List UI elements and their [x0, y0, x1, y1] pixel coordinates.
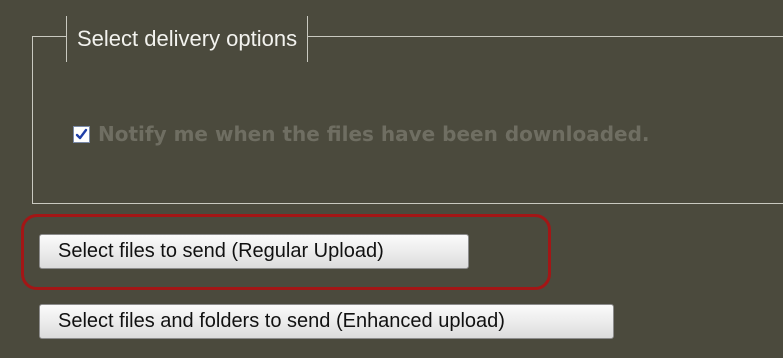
regular-upload-button[interactable]: Select files to send (Regular Upload) [39, 234, 469, 269]
regular-upload-button-label: Select files to send (Regular Upload) [58, 240, 384, 262]
notify-label[interactable]: Notify me when the files have been downl… [98, 122, 649, 146]
notify-option[interactable]: Notify me when the files have been downl… [73, 122, 649, 146]
enhanced-upload-button[interactable]: Select files and folders to send (Enhanc… [39, 304, 614, 339]
delivery-options-legend: Select delivery options [66, 16, 309, 62]
notify-checkbox[interactable] [73, 125, 90, 143]
delivery-options-title: Select delivery options [77, 26, 298, 51]
enhanced-upload-button-label: Select files and folders to send (Enhanc… [58, 310, 505, 332]
checkmark-icon [75, 128, 88, 139]
